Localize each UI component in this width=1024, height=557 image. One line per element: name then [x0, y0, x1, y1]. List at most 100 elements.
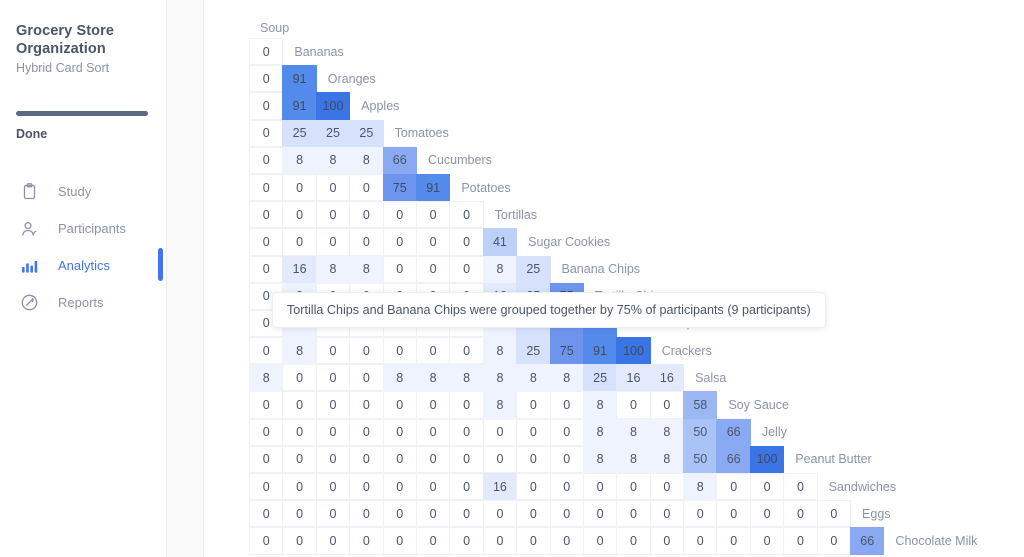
matrix-cell[interactable]: 0 [349, 228, 384, 256]
matrix-cell[interactable]: 0 [482, 418, 518, 446]
matrix-cell[interactable]: 0 [282, 364, 317, 392]
matrix-cell[interactable]: 0 [449, 500, 484, 528]
matrix-cell[interactable]: 0 [516, 418, 551, 446]
matrix-cell[interactable]: 50 [683, 445, 718, 473]
matrix-cell[interactable]: 0 [282, 228, 317, 256]
matrix-cell[interactable]: 16 [649, 364, 685, 392]
matrix-cell[interactable]: 0 [315, 473, 351, 501]
matrix-cell[interactable]: 0 [382, 418, 417, 446]
matrix-cell[interactable]: 0 [249, 38, 284, 66]
matrix-cell[interactable]: 8 [482, 391, 518, 419]
matrix-cell[interactable]: 0 [249, 92, 284, 120]
matrix-cell[interactable]: 0 [616, 391, 651, 419]
matrix-cell[interactable]: 8 [649, 445, 685, 473]
matrix-cell[interactable]: 0 [282, 500, 317, 528]
matrix-cell[interactable]: 0 [415, 527, 451, 555]
matrix-cell[interactable]: 0 [249, 500, 284, 528]
matrix-cell[interactable]: 58 [683, 391, 718, 419]
matrix-cell[interactable]: 0 [549, 473, 584, 501]
matrix-cell[interactable]: 0 [349, 337, 384, 365]
matrix-cell[interactable]: 66 [716, 418, 751, 446]
matrix-cell[interactable]: 0 [449, 337, 484, 365]
matrix-cell[interactable]: 25 [315, 119, 351, 147]
matrix-cell[interactable]: 91 [415, 173, 451, 202]
matrix-cell[interactable]: 0 [683, 527, 718, 555]
matrix-cell[interactable]: 0 [349, 445, 384, 473]
matrix-cell[interactable]: 0 [415, 500, 451, 528]
matrix-cell[interactable]: 8 [582, 391, 618, 419]
sidebar-item-participants[interactable]: Participants [0, 210, 166, 247]
matrix-cell[interactable]: 0 [349, 364, 384, 392]
matrix-cell[interactable]: 0 [249, 527, 284, 555]
matrix-cell[interactable]: 0 [449, 228, 484, 256]
matrix-cell[interactable]: 0 [415, 445, 451, 473]
matrix-cell[interactable]: 0 [582, 527, 618, 555]
matrix-cell[interactable]: 75 [382, 173, 417, 202]
matrix-cell[interactable]: 0 [415, 255, 451, 283]
matrix-cell[interactable]: 0 [249, 201, 284, 229]
matrix-cell[interactable]: 0 [382, 337, 417, 365]
matrix-cell[interactable]: 0 [349, 173, 384, 202]
matrix-cell[interactable]: 0 [382, 473, 417, 501]
sidebar-item-study[interactable]: Study [0, 173, 166, 210]
matrix-cell[interactable]: 0 [315, 527, 351, 555]
matrix-cell[interactable]: 0 [282, 391, 317, 419]
matrix-cell[interactable]: 0 [749, 527, 785, 555]
matrix-cell[interactable]: 8 [582, 445, 618, 473]
matrix-cell[interactable]: 100 [315, 92, 351, 120]
matrix-cell[interactable]: 0 [582, 473, 618, 501]
matrix-cell[interactable]: 0 [415, 473, 451, 501]
matrix-cell[interactable]: 0 [349, 473, 384, 501]
matrix-cell[interactable]: 8 [415, 364, 451, 392]
matrix-cell[interactable]: 8 [482, 337, 518, 365]
matrix-cell[interactable]: 25 [582, 364, 618, 392]
matrix-cell[interactable]: 0 [482, 527, 518, 555]
matrix-cell[interactable]: 0 [549, 418, 584, 446]
matrix-cell[interactable]: 0 [716, 527, 751, 555]
matrix-cell[interactable]: 0 [415, 228, 451, 256]
matrix-cell[interactable]: 8 [649, 418, 685, 446]
matrix-cell[interactable]: 16 [616, 364, 651, 392]
matrix-cell[interactable]: 0 [716, 500, 751, 528]
matrix-cell[interactable]: 0 [249, 146, 284, 174]
matrix-cell[interactable]: 0 [249, 228, 284, 256]
matrix-cell[interactable]: 8 [349, 255, 384, 283]
matrix-cell[interactable]: 0 [683, 500, 718, 528]
matrix-cell[interactable]: 0 [249, 473, 284, 501]
matrix-cell[interactable]: 0 [349, 418, 384, 446]
matrix-cell[interactable]: 0 [249, 418, 284, 446]
matrix-cell[interactable]: 0 [282, 473, 317, 501]
matrix-cell[interactable]: 8 [282, 146, 317, 174]
matrix-cell[interactable]: 8 [449, 364, 484, 392]
matrix-cell[interactable]: 0 [382, 527, 417, 555]
matrix-cell[interactable]: 0 [282, 445, 317, 473]
matrix-cell[interactable]: 100 [749, 445, 785, 473]
matrix-cell[interactable]: 0 [349, 527, 384, 555]
matrix-cell[interactable]: 8 [382, 364, 417, 392]
matrix-cell[interactable]: 0 [282, 418, 317, 446]
matrix-cell[interactable]: 0 [249, 173, 284, 202]
matrix-cell[interactable]: 8 [616, 418, 651, 446]
matrix-cell[interactable]: 0 [616, 500, 651, 528]
matrix-cell[interactable]: 0 [315, 500, 351, 528]
matrix-cell[interactable]: 0 [549, 391, 584, 419]
matrix-cell[interactable]: 0 [616, 473, 651, 501]
matrix-cell[interactable]: 8 [549, 364, 584, 392]
matrix-cell[interactable]: 0 [249, 337, 284, 365]
matrix-cell[interactable]: 0 [282, 201, 317, 229]
matrix-cell[interactable]: 0 [649, 473, 685, 501]
matrix-cell[interactable]: 66 [850, 527, 885, 555]
matrix-cell[interactable]: 0 [516, 500, 551, 528]
matrix-cell[interactable]: 66 [716, 445, 751, 473]
matrix-cell[interactable]: 0 [415, 201, 451, 229]
matrix-cell[interactable]: 0 [315, 228, 351, 256]
matrix-cell[interactable]: 0 [382, 255, 417, 283]
sidebar-item-reports[interactable]: Reports [0, 284, 166, 321]
matrix-cell[interactable]: 0 [249, 65, 284, 93]
matrix-cell[interactable]: 0 [315, 337, 351, 365]
matrix-cell[interactable]: 0 [349, 391, 384, 419]
similarity-matrix-panel[interactable]: Soup 0 Bananas 0 91 Oranges 0 91 100 Apples 0 25 25 2… [204, 0, 1024, 557]
matrix-cell[interactable]: 0 [315, 391, 351, 419]
matrix-cell[interactable]: 0 [716, 473, 751, 501]
matrix-cell[interactable]: 25 [349, 119, 384, 147]
